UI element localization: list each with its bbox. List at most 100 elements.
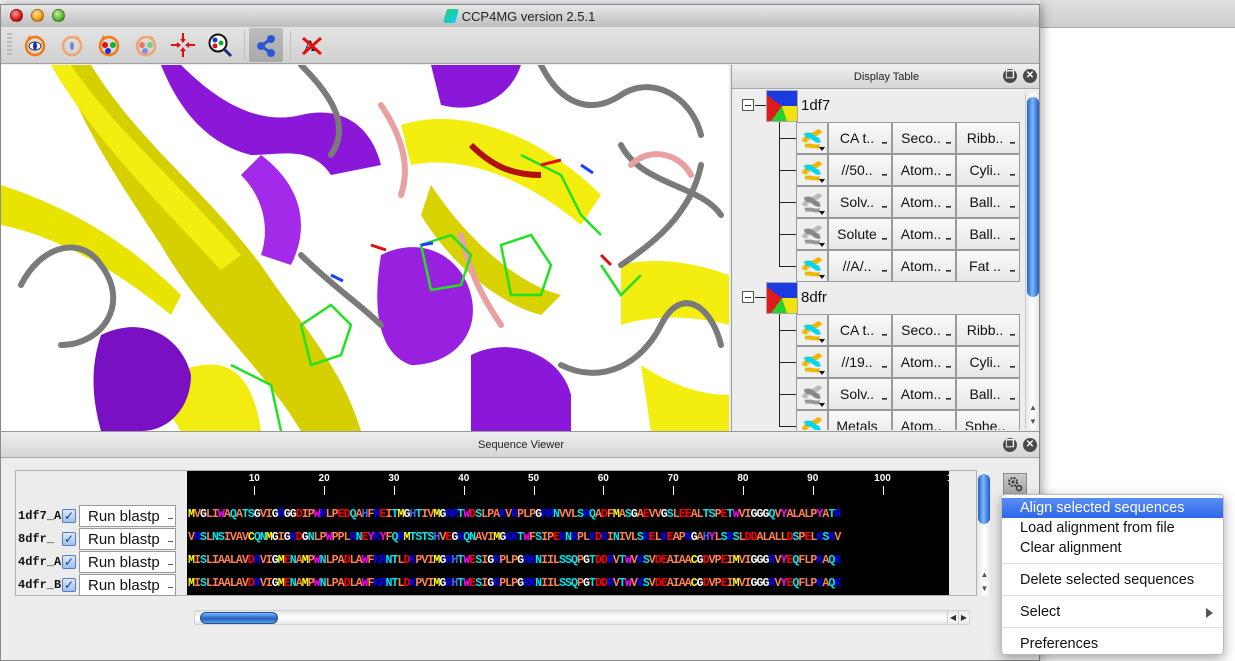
close-panel-button[interactable]: ✕ bbox=[1023, 69, 1037, 83]
sequence-row[interactable]: MISLIAALAVDRVIGMENAMPWNLPADLAWFKRNTLDKPV… bbox=[188, 577, 841, 590]
style-menu-button[interactable]: Ball.. bbox=[956, 378, 1020, 410]
sequence-options-button[interactable] bbox=[1003, 473, 1027, 495]
scroll-down-arrow[interactable]: ▼ bbox=[1026, 415, 1039, 429]
run-blastp-dropdown[interactable]: Run blastp bbox=[79, 528, 176, 550]
close-window-button[interactable] bbox=[10, 9, 23, 22]
collapse-toggle[interactable] bbox=[742, 99, 754, 111]
tree-connector bbox=[779, 138, 796, 139]
residue[interactable]: V bbox=[834, 531, 841, 544]
pick-atoms-button[interactable] bbox=[249, 28, 283, 62]
rotate-view-alt-button[interactable] bbox=[55, 28, 89, 62]
zoom-window-button[interactable] bbox=[52, 9, 65, 22]
float-panel-button[interactable]: ❐ bbox=[1003, 438, 1017, 452]
residue[interactable]: K bbox=[834, 577, 841, 590]
run-blastp-dropdown[interactable]: Run blastp bbox=[79, 505, 176, 527]
sequence-alignment-canvas[interactable]: 10 20 30 40 50 60 70 80 90 100 11 MVGLIWAQATSGVIGRG… bbox=[187, 471, 949, 595]
residue[interactable]: K bbox=[834, 554, 841, 567]
selection-menu-button[interactable]: //A/.. bbox=[828, 250, 892, 282]
selection-menu-button[interactable]: Solv.. bbox=[828, 186, 892, 218]
style-menu-button[interactable]: Sphe.. bbox=[956, 410, 1020, 430]
rotate-object-alt-button[interactable] bbox=[129, 28, 163, 62]
style-menu-button[interactable]: Fat .. bbox=[956, 250, 1020, 282]
selection-menu-button[interactable]: Solute bbox=[828, 218, 892, 250]
menu-item-delete-selected-sequences[interactable]: Delete selected sequences bbox=[1002, 570, 1223, 590]
display-object-visibility-toggle[interactable] bbox=[796, 378, 828, 410]
scroll-right-arrow[interactable]: ▶ bbox=[958, 611, 969, 624]
display-object-visibility-toggle[interactable] bbox=[796, 186, 828, 218]
colour-menu-button[interactable]: Atom.. bbox=[892, 154, 956, 186]
scroll-down-arrow[interactable]: ▼ bbox=[977, 582, 992, 596]
display-object-visibility-toggle[interactable] bbox=[796, 314, 828, 346]
scroll-left-arrow[interactable]: ◀ bbox=[947, 611, 958, 624]
display-object-visibility-toggle[interactable] bbox=[796, 250, 828, 282]
colour-menu-button[interactable]: Atom.. bbox=[892, 410, 956, 430]
display-table-panel: Display Table ❐ ✕ 1df7 CA t.. Seco.. Ribb..… bbox=[731, 65, 1039, 431]
colour-menu-button[interactable]: Atom.. bbox=[892, 378, 956, 410]
style-menu-button[interactable]: Cyli.. bbox=[956, 346, 1020, 378]
title-bar[interactable]: CCP4MG version 2.5.1 bbox=[1, 5, 1039, 27]
residue[interactable]: R bbox=[834, 508, 841, 521]
style-menu-button[interactable]: Ribb.. bbox=[956, 122, 1020, 154]
style-menu-button[interactable]: Cyli.. bbox=[956, 154, 1020, 186]
display-object-visibility-toggle[interactable] bbox=[796, 410, 828, 430]
menu-item-load-alignment-from-file[interactable]: Load alignment from file bbox=[1002, 518, 1223, 538]
menu-item-align-selected-sequences[interactable]: Align selected sequences bbox=[1002, 498, 1223, 518]
selection-menu-button[interactable]: CA t.. bbox=[828, 122, 892, 154]
display-object-visibility-toggle[interactable] bbox=[796, 154, 828, 186]
collapse-toggle[interactable] bbox=[742, 291, 754, 303]
molecule-name[interactable]: 1df7 bbox=[801, 97, 830, 114]
display-table-scrollbar[interactable]: ▲ ▼ bbox=[1025, 93, 1039, 429]
sequence-horizontal-scrollbar[interactable]: ◀ ▶ bbox=[194, 610, 970, 625]
menu-item-preferences[interactable]: Preferences bbox=[1002, 634, 1223, 654]
colour-menu-button[interactable]: Atom.. bbox=[892, 218, 956, 250]
float-panel-button[interactable]: ❐ bbox=[1003, 69, 1017, 83]
sequence-row[interactable]: MVGLIWAQATSGVIGRGGDIPWRLPEDQAHFREITMGHTI… bbox=[188, 508, 841, 521]
scroll-up-arrow[interactable]: ▲ bbox=[1026, 401, 1039, 415]
colour-menu-button[interactable]: Seco.. bbox=[892, 314, 956, 346]
style-menu-button[interactable]: Ribb.. bbox=[956, 314, 1020, 346]
sequence-select-checkbox[interactable]: ✓ bbox=[62, 509, 76, 523]
molecule-name[interactable]: 8dfr bbox=[801, 289, 827, 306]
close-panel-button[interactable]: ✕ bbox=[1023, 438, 1037, 452]
scroll-up-arrow[interactable]: ▲ bbox=[977, 568, 992, 582]
menu-item-select[interactable]: Select bbox=[1002, 602, 1223, 622]
scrollbar-thumb[interactable] bbox=[200, 612, 278, 624]
molecule-thumbnail-icon[interactable] bbox=[766, 90, 798, 122]
rotate-object-button[interactable] bbox=[92, 28, 126, 62]
colour-menu-button[interactable]: Atom.. bbox=[892, 250, 956, 282]
sequence-row[interactable]: VRSLNSIVAVCQNMGIGKDGNLPWPPLRNEYKYFQRMTST… bbox=[188, 531, 841, 544]
run-blastp-dropdown[interactable]: Run blastp bbox=[79, 574, 176, 596]
style-menu-button[interactable]: Ball.. bbox=[956, 218, 1020, 250]
display-object-visibility-toggle[interactable] bbox=[796, 218, 828, 250]
rotate-view-button[interactable] bbox=[18, 28, 52, 62]
sequence-select-checkbox[interactable]: ✓ bbox=[62, 555, 76, 569]
molecular-graphics-viewport[interactable] bbox=[1, 65, 729, 431]
sequence-select-checkbox[interactable]: ✓ bbox=[62, 532, 76, 546]
display-table-title-bar[interactable]: Display Table ❐ ✕ bbox=[732, 65, 1039, 89]
zoom-to-molecule-button[interactable] bbox=[203, 28, 237, 62]
selection-menu-button[interactable]: //19.. bbox=[828, 346, 892, 378]
colour-menu-button[interactable]: Atom.. bbox=[892, 186, 956, 218]
sequence-vertical-scrollbar[interactable]: ▲ ▼ bbox=[977, 472, 992, 596]
style-menu-button[interactable]: Ball.. bbox=[956, 186, 1020, 218]
selection-menu-button[interactable]: Metals bbox=[828, 410, 892, 430]
run-blastp-dropdown[interactable]: Run blastp bbox=[79, 551, 176, 573]
clear-labels-button[interactable]: A bbox=[295, 28, 329, 62]
scrollbar-thumb[interactable] bbox=[1027, 97, 1039, 297]
sequence-select-checkbox[interactable]: ✓ bbox=[62, 578, 76, 592]
molecule-thumbnail-icon[interactable] bbox=[766, 282, 798, 314]
colour-menu-button[interactable]: Seco.. bbox=[892, 122, 956, 154]
sequence-row[interactable]: MISLIAALAVDRVIGMENAMPWNLPADLAWFKRNTLDKPV… bbox=[188, 554, 841, 567]
toolbar-grip[interactable] bbox=[7, 33, 12, 57]
display-object-visibility-toggle[interactable] bbox=[796, 346, 828, 378]
selection-menu-button[interactable]: Solv.. bbox=[828, 378, 892, 410]
minimize-window-button[interactable] bbox=[31, 9, 44, 22]
menu-item-clear-alignment[interactable]: Clear alignment bbox=[1002, 538, 1223, 558]
sequence-viewer-title-bar[interactable]: Sequence Viewer ❐ ✕ bbox=[1, 432, 1039, 458]
selection-menu-button[interactable]: //50.. bbox=[828, 154, 892, 186]
centre-on-atom-button[interactable] bbox=[166, 28, 200, 62]
selection-menu-button[interactable]: CA t.. bbox=[828, 314, 892, 346]
scrollbar-thumb[interactable] bbox=[978, 474, 990, 524]
display-object-visibility-toggle[interactable] bbox=[796, 122, 828, 154]
colour-menu-button[interactable]: Atom.. bbox=[892, 346, 956, 378]
